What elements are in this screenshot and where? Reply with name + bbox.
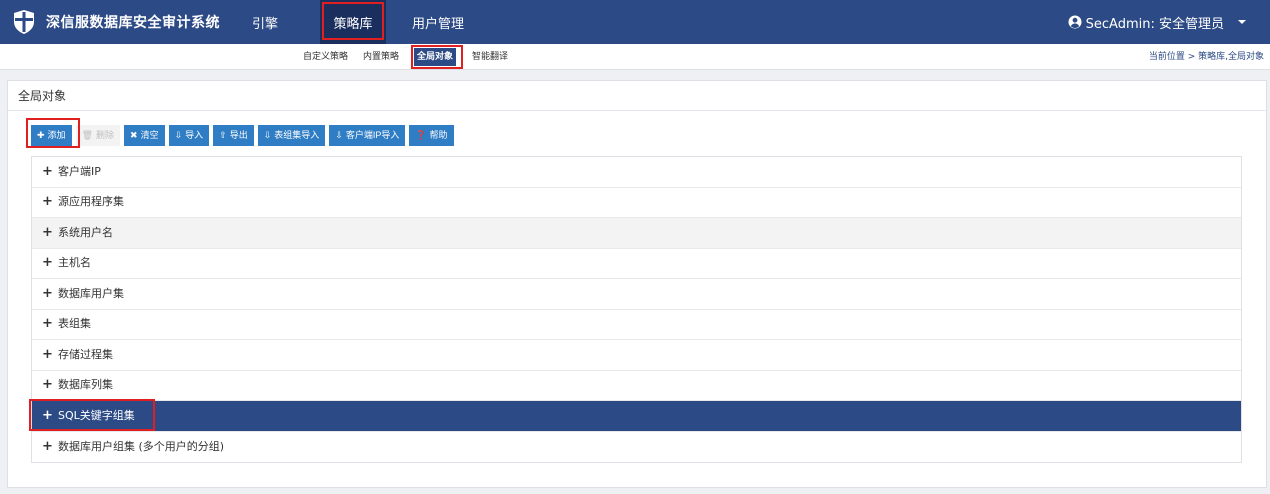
close-icon: ✖ <box>130 130 138 140</box>
chevron-down-icon <box>1238 20 1246 24</box>
help-button[interactable]: ❓ 帮助 <box>409 125 454 146</box>
global-objects-panel: 全局对象 ✚ 添加 🗑 删除 ✖ 清空 ⇩ 导入 ⇧ 导出 ⇩ 表组集导入 ⇩ … <box>7 80 1267 488</box>
global-object-list: + 客户端IP + 源应用程序集 + 系统用户名 + 主机名 + 数据库用户集 … <box>31 156 1242 463</box>
tab-custom-policy[interactable]: 自定义策略 <box>300 48 351 66</box>
user-label: SecAdmin: 安全管理员 <box>1085 16 1224 32</box>
plus-icon: ✚ <box>37 130 45 140</box>
list-item-db-user-set[interactable]: + 数据库用户集 <box>32 279 1241 310</box>
list-item-sql-keyword-group-set[interactable]: + SQL关键字组集 <box>32 401 1241 432</box>
list-item-db-user-group-set[interactable]: + 数据库用户组集 (多个用户的分组) <box>32 431 1241 462</box>
plus-icon: + <box>42 224 53 240</box>
import-icon: ⇩ <box>263 130 272 140</box>
nav-user-management[interactable]: 用户管理 <box>392 0 484 44</box>
list-item-client-ip[interactable]: + 客户端IP <box>32 157 1241 188</box>
list-item-table-group-set[interactable]: + 表组集 <box>32 309 1241 340</box>
client-ip-import-button[interactable]: ⇩ 客户端IP导入 <box>329 125 406 146</box>
app-title: 深信服数据库安全审计系统 <box>46 15 220 31</box>
import-button[interactable]: ⇩ 导入 <box>168 125 210 146</box>
add-button[interactable]: ✚ 添加 <box>31 125 72 146</box>
top-navigation-bar: 深信服数据库安全审计系统 引擎 策略库 用户管理 SecAdmin: 安全管理员 <box>0 0 1270 44</box>
delete-button[interactable]: 🗑 删除 <box>75 125 121 146</box>
plus-icon: + <box>42 285 53 301</box>
list-item-source-app-set[interactable]: + 源应用程序集 <box>32 187 1241 218</box>
tab-smart-translate[interactable]: 智能翻译 <box>469 48 511 66</box>
plus-icon: + <box>42 377 53 393</box>
list-item-system-username[interactable]: + 系统用户名 <box>32 218 1241 249</box>
export-icon: ⇧ <box>219 130 227 140</box>
tab-global-objects[interactable]: 全局对象 <box>414 48 457 66</box>
export-button[interactable]: ⇧ 导出 <box>213 125 254 146</box>
nav-engine[interactable]: 引擎 <box>236 0 294 44</box>
plus-icon: + <box>42 346 53 362</box>
list-item-hostname[interactable]: + 主机名 <box>32 248 1241 279</box>
table-group-import-button[interactable]: ⇩ 表组集导入 <box>257 125 326 146</box>
import-icon: ⇩ <box>174 130 183 140</box>
clear-button[interactable]: ✖ 清空 <box>124 125 165 146</box>
import-icon: ⇩ <box>335 130 343 140</box>
plus-icon: + <box>42 163 53 179</box>
plus-icon: + <box>42 255 53 271</box>
plus-icon: + <box>42 316 53 332</box>
panel-title: 全局对象 <box>8 81 1266 111</box>
plus-icon: + <box>42 407 53 423</box>
tab-builtin-policy[interactable]: 内置策略 <box>360 48 402 66</box>
user-menu[interactable]: SecAdmin: 安全管理员 <box>1068 0 1246 44</box>
trash-icon: 🗑 <box>81 130 93 140</box>
list-item-stored-procedure-set[interactable]: + 存储过程集 <box>32 340 1241 371</box>
list-item-db-column-set[interactable]: + 数据库列集 <box>32 370 1241 401</box>
logo[interactable]: 深信服数据库安全审计系统 <box>12 0 220 44</box>
user-icon <box>1068 15 1082 29</box>
nav-policy-library[interactable]: 策略库 <box>320 0 386 44</box>
plus-icon: + <box>42 438 53 454</box>
shield-logo-icon <box>14 10 34 34</box>
sub-navigation-bar: 自定义策略 内置策略 全局对象 智能翻译 当前位置 > 策略库,全局对象 <box>0 44 1270 70</box>
plus-icon: + <box>42 194 53 210</box>
question-circle-icon: ❓ <box>415 130 427 140</box>
breadcrumb: 当前位置 > 策略库,全局对象 <box>1148 52 1264 62</box>
toolbar: ✚ 添加 🗑 删除 ✖ 清空 ⇩ 导入 ⇧ 导出 ⇩ 表组集导入 ⇩ 客户端IP… <box>31 125 458 147</box>
